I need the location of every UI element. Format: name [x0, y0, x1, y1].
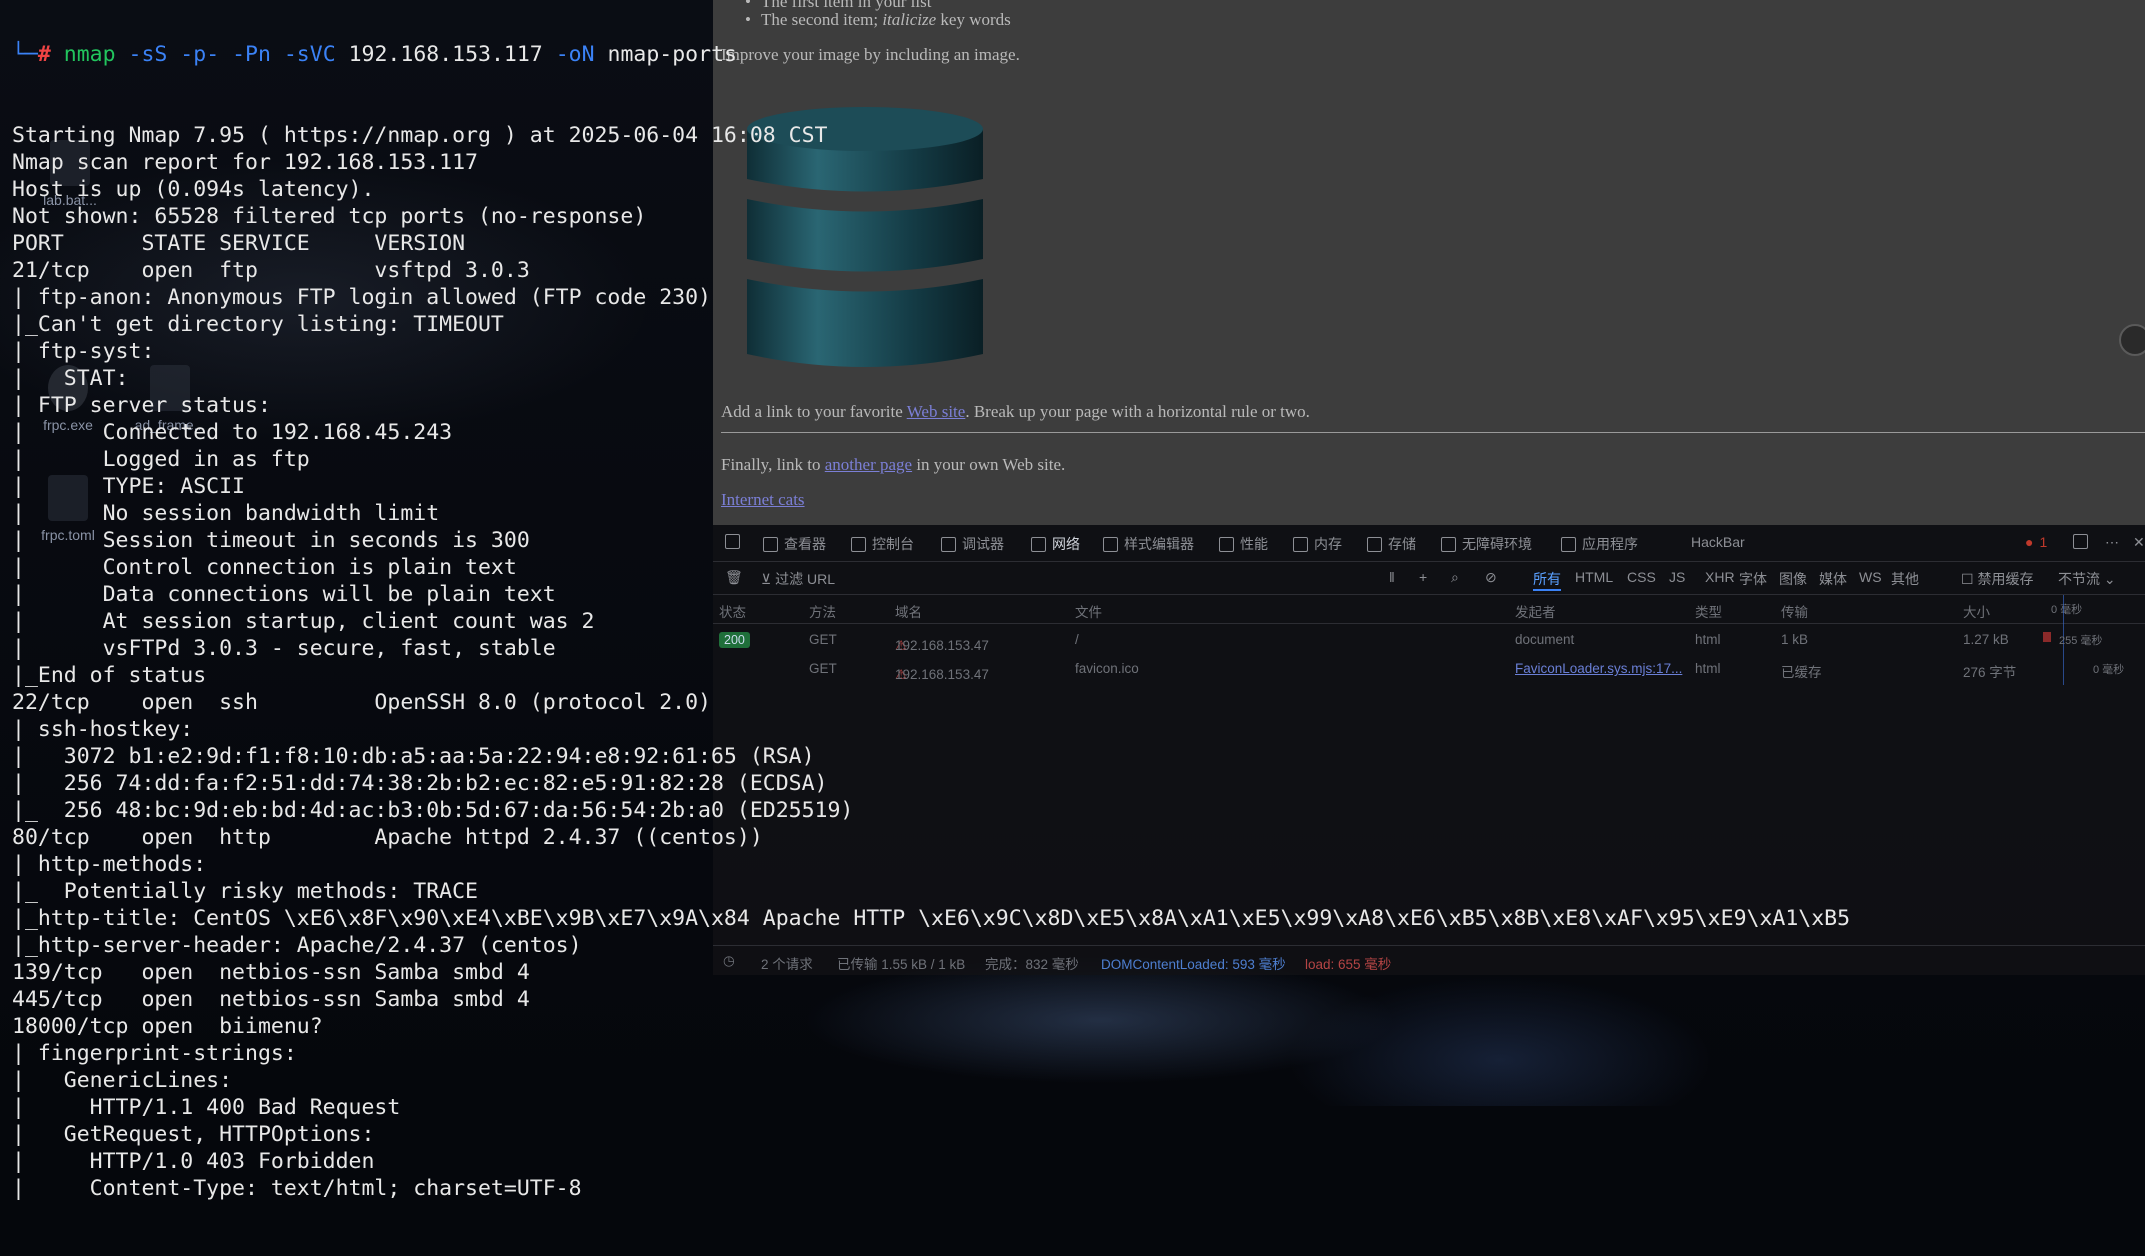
terminal-line: | Data connections will be plain text	[12, 582, 556, 607]
terminal-line: |_http-server-header: Apache/2.4.37 (cen…	[12, 933, 582, 958]
terminal-line: |_http-title: CentOS \xE6\x8F\x90\xE4\xB…	[12, 906, 1851, 931]
terminal-line: 445/tcp open netbios-ssn Samba smbd 4	[12, 987, 530, 1012]
terminal-line: 139/tcp open netbios-ssn Samba smbd 4	[12, 960, 530, 985]
terminal-line: | Session timeout in seconds is 300	[12, 528, 530, 553]
terminal-line: PORT STATE SERVICE VERSION	[12, 231, 466, 256]
prompt-hash: #	[37, 42, 51, 67]
command-prompt-line: └─# nmap -sS -p- -Pn -sVC 192.168.153.11…	[12, 41, 1850, 68]
terminal-line: Nmap scan report for 192.168.153.117	[12, 150, 478, 175]
terminal-line: | STAT:	[12, 366, 142, 391]
terminal-line: | At session startup, client count was 2	[12, 609, 595, 634]
terminal-line: | HTTP/1.0 403 Forbidden	[12, 1149, 375, 1174]
terminal-line: 80/tcp open http Apache httpd 2.4.37 ((c…	[12, 825, 763, 850]
terminal-line: | 256 74:dd:fa:f2:51:dd:74:38:2b:b2:ec:8…	[12, 771, 828, 796]
terminal-line: | HTTP/1.1 400 Bad Request	[12, 1095, 401, 1120]
terminal-line: |_Can't get directory listing: TIMEOUT	[12, 312, 504, 337]
terminal-output: └─# nmap -sS -p- -Pn -sVC 192.168.153.11…	[0, 0, 2145, 1201]
terminal-line: |_ 256 48:bc:9d:eb:bd:4d:ac:b3:0b:5d:67:…	[12, 798, 854, 823]
terminal-line: | TYPE: ASCII	[12, 474, 245, 499]
terminal-line: 21/tcp open ftp vsftpd 3.0.3	[12, 258, 530, 283]
command-output-file: nmap-ports	[607, 42, 737, 67]
terminal-line: | GenericLines:	[12, 1068, 245, 1093]
command-program: nmap	[63, 42, 116, 67]
terminal-line: | http-methods:	[12, 852, 220, 877]
terminal-line: Starting Nmap 7.95 ( https://nmap.org ) …	[12, 123, 828, 148]
terminal-line: Host is up (0.094s latency).	[12, 177, 375, 202]
terminal-line: | fingerprint-strings:	[12, 1041, 310, 1066]
terminal-lines: └─# nmap -sS -p- -Pn -sVC 192.168.153.11…	[12, 1, 1850, 1256]
terminal-line: | GetRequest, HTTPOptions:	[12, 1122, 388, 1147]
terminal-line: | FTP server status:	[12, 393, 271, 418]
terminal-line: | ftp-syst:	[12, 339, 168, 364]
terminal-line: | Content-Type: text/html; charset=UTF-8	[12, 1176, 582, 1201]
prompt-corner: └─	[12, 42, 38, 67]
terminal-line: | ftp-anon: Anonymous FTP login allowed …	[12, 285, 711, 310]
terminal-line: | No session bandwidth limit	[12, 501, 440, 526]
terminal-line: | Logged in as ftp	[12, 447, 310, 472]
terminal-line: | Connected to 192.168.45.243	[12, 420, 453, 445]
terminal-line: 18000/tcp open biimenu?	[12, 1014, 323, 1039]
terminal-line: | ssh-hostkey:	[12, 717, 207, 742]
terminal-line: |_ Potentially risky methods: TRACE	[12, 879, 478, 904]
terminal-line: | Control connection is plain text	[12, 555, 517, 580]
terminal-line: Not shown: 65528 filtered tcp ports (no-…	[12, 204, 647, 229]
terminal-line: 22/tcp open ssh OpenSSH 8.0 (protocol 2.…	[12, 690, 711, 715]
command-output-flag: -oN	[555, 42, 595, 67]
terminal-line: | 3072 b1:e2:9d:f1:f8:10:db:a5:aa:5a:22:…	[12, 744, 815, 769]
command-target: 192.168.153.117	[348, 42, 543, 67]
scan-output: Starting Nmap 7.95 ( https://nmap.org ) …	[12, 122, 1850, 1202]
terminal-line: | vsFTPd 3.0.3 - secure, fast, stable	[12, 636, 556, 661]
command-flags: -sS -p- -Pn -sVC	[128, 42, 336, 67]
terminal-line: |_End of status	[12, 663, 207, 688]
